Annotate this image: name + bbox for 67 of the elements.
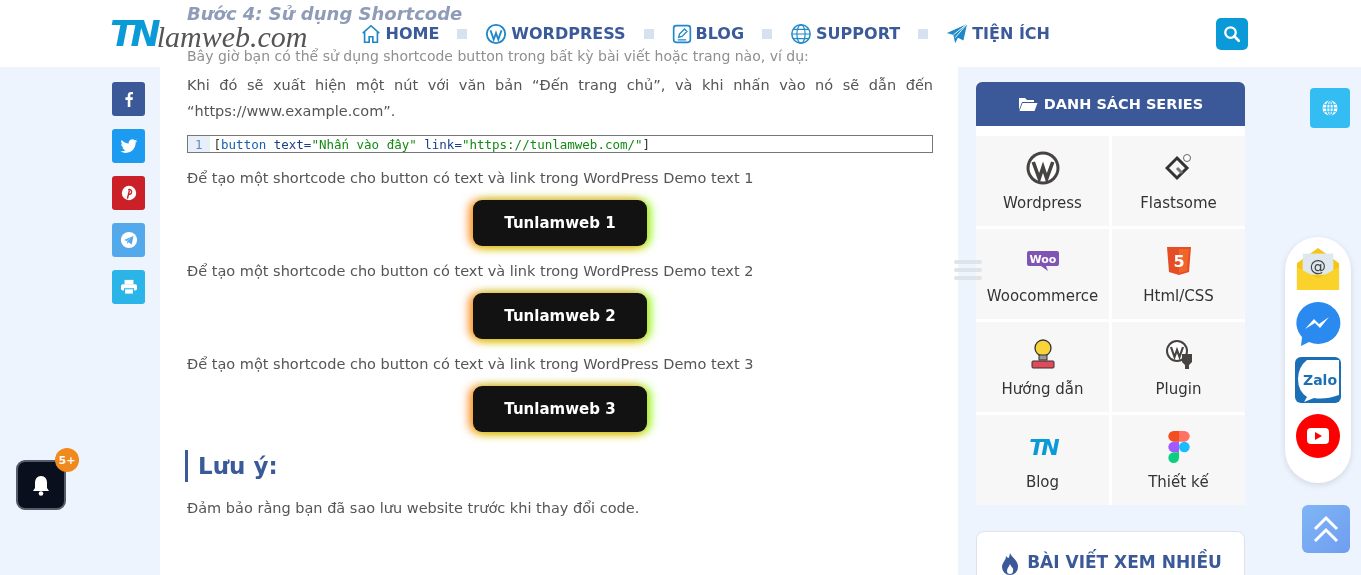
messenger-contact-icon[interactable] <box>1295 301 1341 347</box>
pinterest-icon <box>120 185 137 201</box>
home-icon <box>359 22 382 45</box>
print-share-button[interactable] <box>112 270 145 304</box>
nav-separator <box>457 28 468 39</box>
edit-note-icon <box>671 23 692 44</box>
nav-separator <box>643 28 654 39</box>
notification-badge: 5+ <box>55 448 79 472</box>
wordpress-icon <box>1024 150 1061 186</box>
series-item[interactable]: Plugin <box>1112 322 1245 412</box>
pinterest-share-button[interactable] <box>112 176 145 210</box>
demo-button[interactable]: Tunlamweb 2 <box>473 293 647 339</box>
series-item[interactable]: Hướng dẫn <box>976 322 1109 412</box>
double-chevron-up-icon <box>1311 514 1341 544</box>
nav-separator <box>762 28 773 39</box>
note-paragraph: Đảm bảo rằng bạn đã sao lưu website trước khi thay đổi code. <box>187 500 641 516</box>
demo-paragraph: Để tạo một shortcode cho button có text và link trong WordPress Demo text 3 <box>187 355 755 374</box>
woo-logo-icon: Woo <box>1025 250 1060 272</box>
facebook-share-button[interactable] <box>112 82 145 116</box>
series-item[interactable]: Thiết kế <box>1112 415 1245 505</box>
diamond-logo-icon <box>1164 153 1193 183</box>
series-item[interactable]: Flastsome <box>1112 136 1245 226</box>
wordpress-icon <box>485 22 508 45</box>
telegram-share-button[interactable] <box>112 223 145 257</box>
html5-shield-icon: 5 <box>1165 246 1192 276</box>
facebook-icon <box>123 91 134 107</box>
series-item[interactable]: Wordpress <box>976 136 1109 226</box>
series-item[interactable]: 5 Html/CSS <box>1112 229 1245 319</box>
nav-link[interactable]: HOME <box>359 22 440 45</box>
printer-icon <box>119 279 138 295</box>
bell-icon <box>31 474 51 496</box>
bird-icon <box>119 138 138 154</box>
wordpress-plug-icon <box>1163 338 1194 370</box>
series-title: DANH SÁCH SERIES <box>1043 96 1204 112</box>
series-item[interactable]: TN Blog <box>976 415 1109 505</box>
section-heading: Bước 4: Sử dụng Shortcode <box>187 3 463 24</box>
tn-logo-icon: TN <box>1024 433 1061 461</box>
language-button[interactable] <box>1310 88 1350 128</box>
back-to-top-button[interactable] <box>1302 505 1350 553</box>
demo-button[interactable]: Tunlamweb 3 <box>473 386 647 432</box>
nav-link[interactable]: SUPPORT <box>790 22 901 45</box>
youtube-contact-icon[interactable] <box>1295 413 1341 459</box>
nav-separator <box>918 28 929 39</box>
body-paragraph: Khi đó sẽ xuất hiện một nút với văn bản “Đến trang chủ”, và khi nhấn vào nó sẽ dẫn đến “https://www.example.com”. <box>187 76 933 121</box>
demo-button[interactable]: Tunlamweb 1 <box>473 200 647 246</box>
note-heading: Lưu ý: <box>185 450 933 482</box>
twitter-share-button[interactable] <box>112 129 145 163</box>
telegram-icon <box>119 231 138 249</box>
line-number: 1 <box>188 136 210 152</box>
code-line: [button text="Nhấn vào đây" link="https://tunlamweb.com/"] <box>213 136 651 152</box>
zalo-contact-icon[interactable]: Zalo <box>1295 357 1341 403</box>
demo-paragraph: Để tạo một shortcode cho button có text và link trong WordPress Demo text 1 <box>187 169 755 188</box>
figma-logo-icon <box>1167 431 1190 463</box>
logo-mark: TN <box>110 15 157 52</box>
light-bulb-icon <box>1030 338 1055 370</box>
folder-icon <box>1017 96 1038 112</box>
globe-icon <box>790 22 813 45</box>
demo-paragraph: Để tạo một shortcode cho button có text và link trong WordPress Demo text 2 <box>187 262 755 281</box>
mail-contact-icon[interactable]: @ <box>1295 245 1341 291</box>
nav-link[interactable]: BLOG <box>671 23 745 44</box>
search-button[interactable] <box>1216 17 1248 50</box>
search-icon <box>1223 24 1241 43</box>
globe-icon <box>1321 99 1339 117</box>
nav-link[interactable]: WORDPRESS <box>485 22 626 45</box>
nav-link[interactable]: TIỆN ÍCH <box>946 22 1050 45</box>
list-menu-icon <box>954 258 982 282</box>
series-item[interactable]: Woo Woocommerce <box>976 229 1109 319</box>
